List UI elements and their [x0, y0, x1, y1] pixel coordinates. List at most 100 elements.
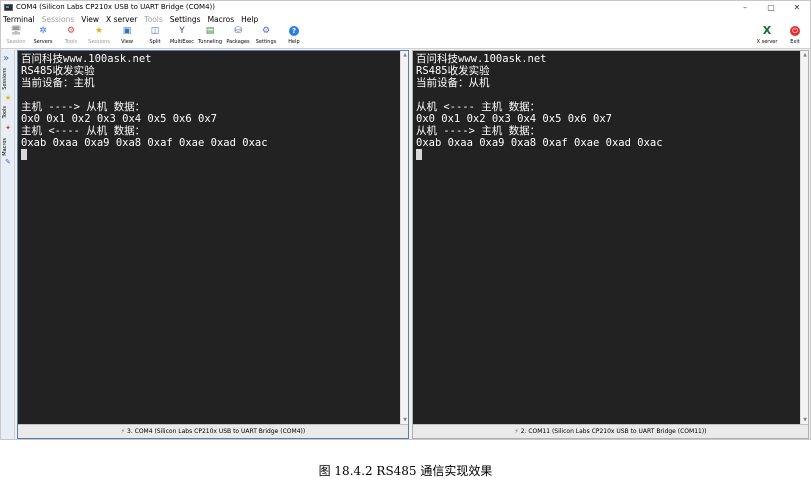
terminal-line: 0xab 0xaa 0xa9 0xa8 0xaf 0xae 0xad 0xac — [21, 137, 268, 149]
xserver-button[interactable]: X X server — [754, 24, 780, 48]
power-icon: ⏻ — [790, 26, 800, 36]
menu-help[interactable]: Help — [241, 14, 258, 25]
window-controls: – ▢ ✕ — [732, 1, 810, 14]
menu-sessions[interactable]: Sessions — [42, 14, 75, 25]
session-status-text: 3. COM4 (Silicon Labs CP210x USB to UART… — [127, 428, 306, 435]
help-icon: ? — [289, 26, 299, 36]
multiexec-icon: Y — [179, 26, 185, 36]
terminal-cursor — [21, 149, 27, 160]
help-button[interactable]: ? Help — [281, 26, 307, 48]
tools-icon: ⚙ — [66, 26, 76, 36]
terminal-output[interactable]: 百问科技www.100ask.net RS485收发实验 当前设备：从机 从机 … — [413, 51, 800, 424]
servers-icon: ✲ — [39, 26, 47, 36]
session-button[interactable]: 🖥 Session — [3, 26, 29, 48]
title-bar: COM4 (Silicon Labs CP210x USB to UART Br… — [1, 1, 810, 14]
terminal-line: 当前设备：从机 — [416, 77, 490, 89]
terminal-line: 主机 <---- 从机 数据： — [21, 125, 146, 137]
terminal-line: 百问科技www.100ask.net — [416, 53, 547, 65]
exit-button[interactable]: ⏻ Exit — [782, 26, 808, 48]
packages-icon: ⛁ — [234, 26, 242, 36]
sessions-button[interactable]: ★ Sessions — [86, 26, 112, 48]
window-title: COM4 (Silicon Labs CP210x USB to UART Br… — [16, 3, 216, 11]
view-button[interactable]: ▣ View — [114, 26, 140, 48]
terminal-pane-com11: 百问科技www.100ask.net RS485收发实验 当前设备：从机 从机 … — [412, 50, 809, 439]
macro-icon: ✎ — [5, 158, 11, 166]
split-icon: ◫ — [150, 26, 160, 36]
multiexec-label: MultiExec — [169, 39, 194, 45]
session-status-bar: ⚡ 2. COM11 (Silicon Labs CP210x USB to UA… — [413, 424, 808, 438]
settings-button[interactable]: ⚙ Settings — [253, 26, 279, 48]
mobaxterm-window: COM4 (Silicon Labs CP210x USB to UART Br… — [0, 0, 811, 440]
terminal-line: 0xab 0xaa 0xa9 0xa8 0xaf 0xae 0xad 0xac — [416, 137, 663, 149]
menu-settings[interactable]: Settings — [170, 14, 201, 25]
terminal-pane-com4: 百问科技www.100ask.net RS485收发实验 当前设备：主机 主机 … — [17, 50, 409, 439]
packages-button[interactable]: ⛁ Packages — [225, 26, 251, 48]
menu-terminal[interactable]: Terminal — [3, 14, 35, 25]
vertical-scrollbar[interactable]: ▲ ▼ — [400, 51, 408, 424]
multiexec-button[interactable]: Y MultiExec — [169, 26, 195, 48]
tools-icon: ✦ — [5, 124, 11, 132]
menu-x-server[interactable]: X server — [106, 14, 137, 25]
terminal-app-icon — [4, 4, 13, 11]
terminal-line: 百问科技www.100ask.net — [21, 53, 152, 65]
view-label: View — [121, 39, 133, 45]
star-icon: ★ — [94, 26, 104, 36]
expand-sidebar-icon[interactable]: » — [3, 54, 9, 64]
menu-bar: Terminal Sessions View X server Tools Se… — [1, 14, 810, 25]
serial-plug-icon: ⚡ — [514, 428, 519, 435]
terminal-cursor — [416, 149, 422, 160]
serial-plug-icon: ⚡ — [120, 428, 125, 435]
help-label: Help — [288, 39, 300, 45]
session-label: Session — [6, 39, 26, 45]
session-status-bar: ⚡ 3. COM4 (Silicon Labs CP210x USB to UAR… — [18, 424, 408, 438]
figure-caption: 图 18.4.2 RS485 通信实现效果 — [318, 464, 493, 478]
xserver-label: X server — [756, 39, 778, 45]
terminal-line: RS485收发实验 — [416, 65, 490, 77]
close-button[interactable]: ✕ — [784, 1, 810, 14]
exit-label: Exit — [790, 39, 800, 45]
tunneling-button[interactable]: ▤ Tunneling — [197, 26, 223, 48]
scroll-up-icon[interactable]: ▲ — [402, 52, 408, 58]
scroll-down-icon[interactable]: ▼ — [802, 417, 808, 423]
sessions-tab[interactable]: Sessions — [2, 68, 8, 90]
tunneling-icon: ▤ — [205, 26, 215, 36]
macros-tab[interactable]: Macros — [2, 138, 8, 156]
minimize-button[interactable]: – — [732, 1, 758, 14]
servers-button[interactable]: ✲ Servers — [30, 26, 56, 48]
menu-tools[interactable]: Tools — [144, 14, 162, 25]
terminal-line: 从机 ----> 主机 数据： — [416, 125, 541, 137]
terminal-line: 当前设备：主机 — [21, 77, 95, 89]
vertical-scrollbar[interactable]: ▲ ▼ — [800, 51, 808, 424]
tools-tab[interactable]: Tools — [2, 106, 8, 118]
toolbar: 🖥 Session ✲ Servers ⚙ Tools ★ Sessions ▣… — [1, 25, 810, 49]
maximize-button[interactable]: ▢ — [758, 1, 784, 14]
menu-view[interactable]: View — [81, 14, 99, 25]
packages-label: Packages — [226, 39, 250, 45]
settings-label: Settings — [255, 39, 277, 45]
star-icon: ★ — [4, 94, 12, 102]
scroll-up-icon[interactable]: ▲ — [802, 52, 808, 58]
session-status-text: 2. COM11 (Silicon Labs CP210x USB to UAR… — [520, 428, 707, 435]
terminal-line: 0x0 0x1 0x2 0x3 0x4 0x5 0x6 0x7 — [21, 113, 217, 125]
scroll-down-icon[interactable]: ▼ — [402, 417, 408, 423]
terminal-line: RS485收发实验 — [21, 65, 95, 77]
cursor-line — [21, 149, 397, 161]
tools-label: Tools — [64, 39, 78, 45]
terminal-output[interactable]: 百问科技www.100ask.net RS485收发实验 当前设备：主机 主机 … — [18, 51, 400, 424]
tools-button[interactable]: ⚙ Tools — [58, 26, 84, 48]
settings-icon: ⚙ — [261, 26, 271, 36]
view-icon: ▣ — [122, 26, 132, 36]
terminal-line: 主机 ----> 从机 数据： — [21, 101, 146, 113]
terminal-line: 0x0 0x1 0x2 0x3 0x4 0x5 0x6 0x7 — [416, 113, 612, 125]
cursor-line — [416, 149, 797, 161]
side-panel: » Sessions ★ Tools ✦ Macros ✎ — [1, 50, 15, 439]
tunneling-label: Tunneling — [198, 39, 222, 45]
x-server-icon: X — [762, 24, 772, 37]
split-label: Split — [149, 39, 161, 45]
split-button[interactable]: ◫ Split — [142, 26, 168, 48]
menu-macros[interactable]: Macros — [208, 14, 235, 25]
sessions-label: Sessions — [88, 39, 110, 45]
servers-label: Servers — [33, 39, 53, 45]
